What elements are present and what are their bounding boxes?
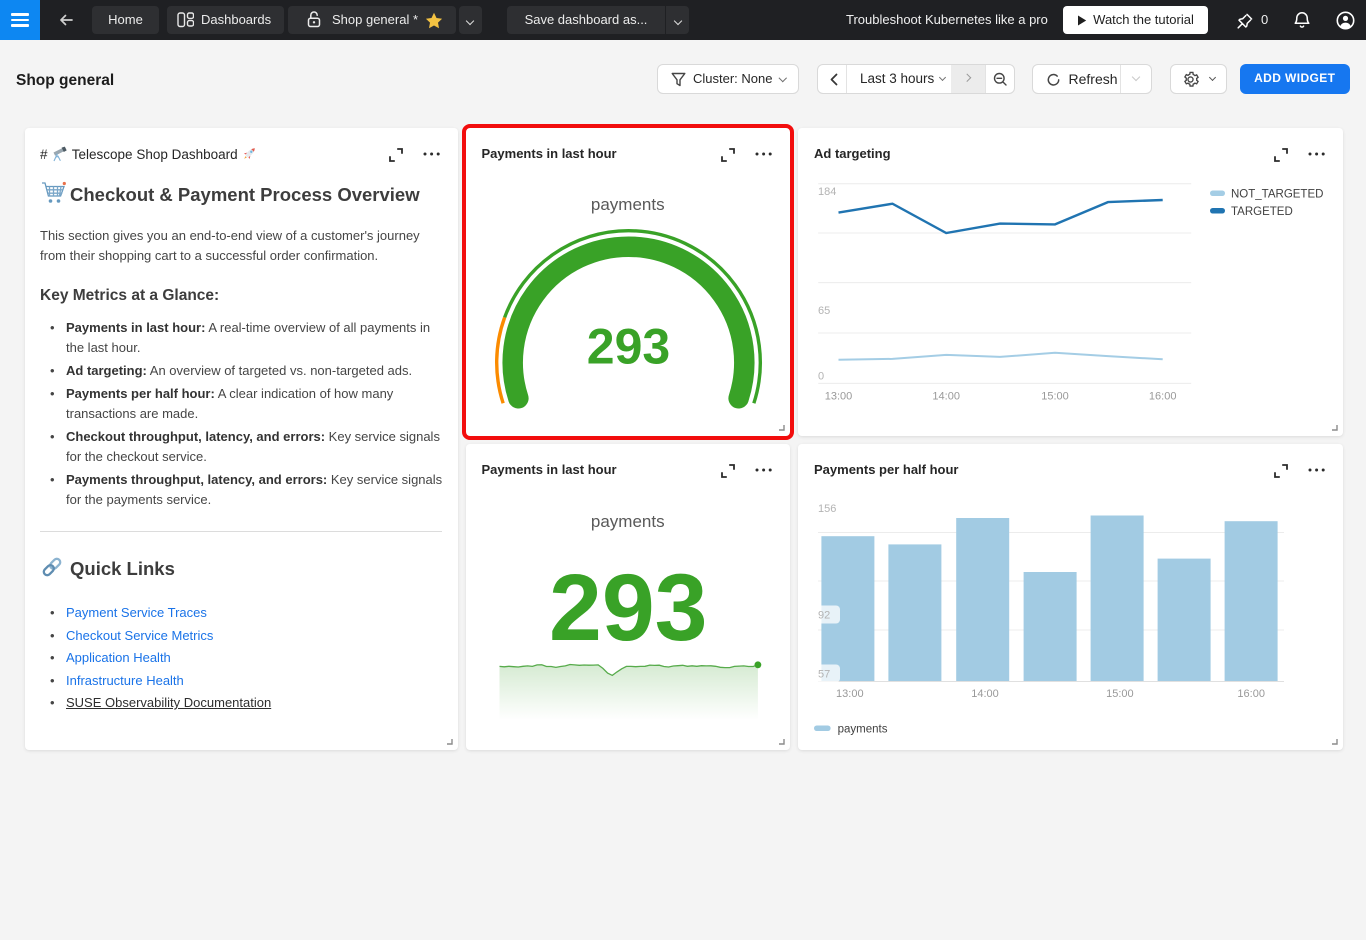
svg-text:293: 293 <box>586 319 669 375</box>
svg-text:65: 65 <box>818 305 830 317</box>
svg-text:92: 92 <box>818 610 830 622</box>
svg-text:14:00: 14:00 <box>971 688 999 700</box>
svg-text:NOT_TARGETED: NOT_TARGETED <box>1231 189 1323 201</box>
svg-text:15:00: 15:00 <box>1041 391 1069 403</box>
svg-text:293: 293 <box>548 555 707 661</box>
svg-text:15:00: 15:00 <box>1106 688 1134 700</box>
svg-text:13:00: 13:00 <box>836 688 864 700</box>
svg-text:0: 0 <box>818 371 824 383</box>
svg-text:57: 57 <box>818 669 830 681</box>
svg-text:14:00: 14:00 <box>932 391 960 403</box>
svg-text:payments: payments <box>838 724 888 736</box>
svg-text:16:00: 16:00 <box>1149 391 1177 403</box>
svg-text:184: 184 <box>818 186 836 198</box>
svg-text:16:00: 16:00 <box>1237 688 1265 700</box>
svg-text:13:00: 13:00 <box>825 391 853 403</box>
svg-text:156: 156 <box>818 503 836 515</box>
svg-text:TARGETED: TARGETED <box>1231 206 1293 218</box>
